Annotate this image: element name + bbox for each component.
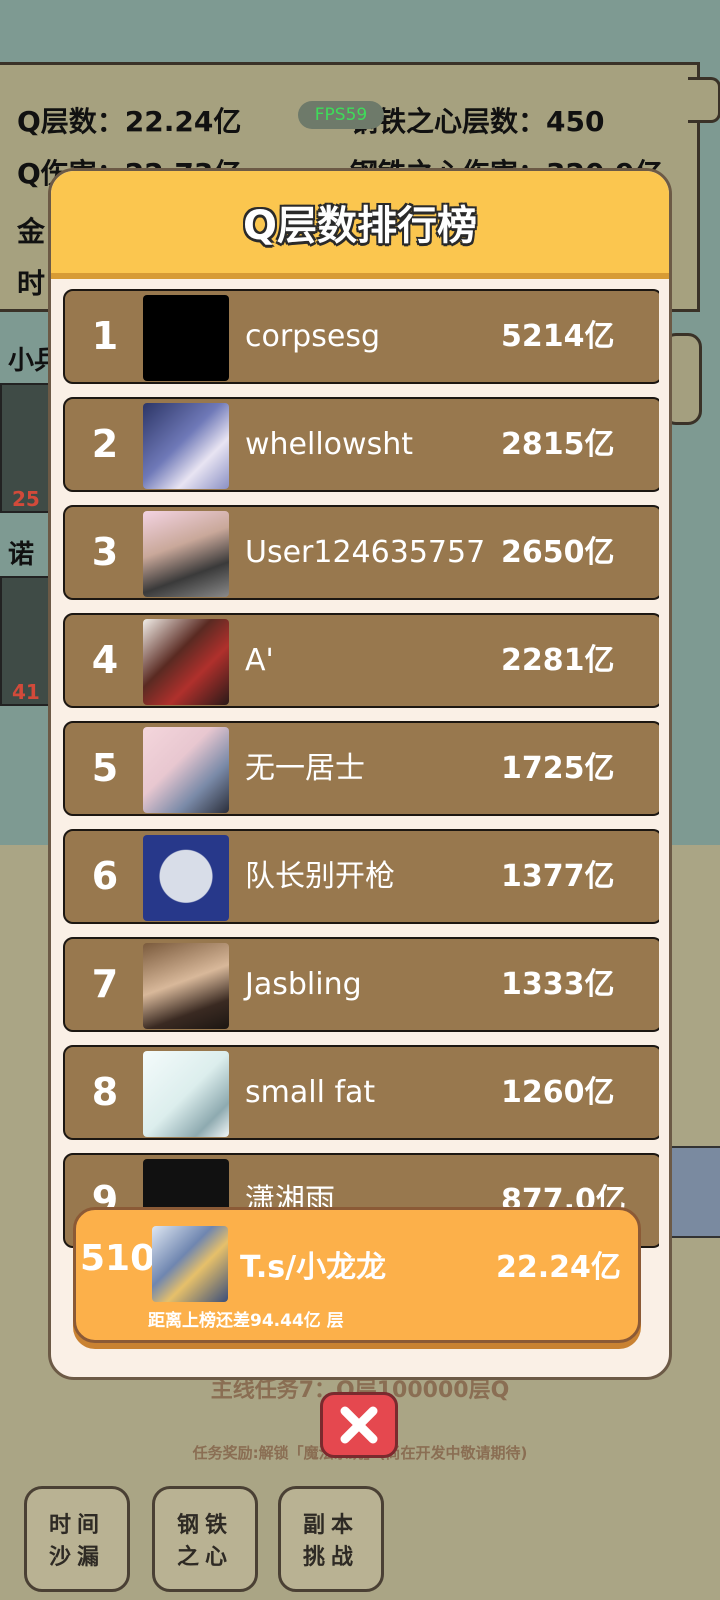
row-rank: 7 xyxy=(91,962,119,1006)
steel-heart-label-1: 钢铁 xyxy=(176,1513,233,1538)
self-rank: 510 xyxy=(80,1238,156,1279)
time-hourglass-button[interactable]: 时间 沙漏 xyxy=(24,1486,130,1592)
self-rank-row: 510 T.s/小龙龙 22.24亿 距离上榜还差94.44亿 层 xyxy=(73,1207,641,1343)
avatar xyxy=(143,619,229,705)
fps-counter: FPS59 xyxy=(298,101,384,129)
modal-header: Q层数排行榜 xyxy=(51,171,669,279)
leaderboard-modal: Q层数排行榜 1 corpsesg 5214亿 2 whellowsht 281… xyxy=(48,168,672,1380)
row-username: 队长别开枪 xyxy=(245,859,395,894)
time-hourglass-label-1: 时间 xyxy=(48,1513,105,1538)
row-rank: 8 xyxy=(91,1070,119,1114)
row-username: 无一居士 xyxy=(245,751,365,786)
row-score: 1260亿 xyxy=(501,1075,615,1110)
leaderboard-row[interactable]: 2 whellowsht 2815亿 xyxy=(63,397,659,492)
avatar xyxy=(143,943,229,1029)
time-hourglass-label-2: 沙漏 xyxy=(48,1545,105,1570)
avatar xyxy=(143,403,229,489)
side-label-2: 诺 xyxy=(8,540,35,570)
time-stat: 时 xyxy=(17,267,46,300)
modal-title: Q层数排行榜 xyxy=(242,203,477,249)
close-button[interactable] xyxy=(320,1392,398,1458)
row-score: 1725亿 xyxy=(501,751,615,786)
row-score: 1333亿 xyxy=(501,967,615,1002)
row-username: whellowsht xyxy=(245,427,413,462)
avatar xyxy=(143,1051,229,1137)
row-rank: 1 xyxy=(91,314,119,358)
leaderboard-row[interactable]: 1 corpsesg 5214亿 xyxy=(63,289,659,384)
leaderboard-row[interactable]: 5 无一居士 1725亿 xyxy=(63,721,659,816)
leaderboard-list[interactable]: 1 corpsesg 5214亿 2 whellowsht 2815亿 3 Us… xyxy=(61,289,659,1345)
q-layers-stat: Q层数：22.24亿 xyxy=(17,105,242,138)
gold-stat: 金 xyxy=(17,215,46,248)
self-gap-hint: 距离上榜还差94.44亿 层 xyxy=(148,1311,344,1331)
self-score: 22.24亿 xyxy=(496,1250,621,1285)
side-card-1[interactable]: 25 xyxy=(0,383,50,513)
leaderboard-row[interactable]: 7 Jasbling 1333亿 xyxy=(63,937,659,1032)
row-score: 2815亿 xyxy=(501,427,615,462)
row-username: A' xyxy=(245,643,274,678)
row-rank: 4 xyxy=(91,638,119,682)
steel-heart-button[interactable]: 钢铁 之心 xyxy=(152,1486,258,1592)
steel-layers-stat: 钢铁之心层数：450 xyxy=(350,105,605,138)
dungeon-challenge-button[interactable]: 副本 挑战 xyxy=(278,1486,384,1592)
dungeon-challenge-label-1: 副本 xyxy=(302,1513,359,1538)
leaderboard-row[interactable]: 8 small fat 1260亿 xyxy=(63,1045,659,1140)
avatar xyxy=(143,295,229,381)
row-score: 5214亿 xyxy=(501,319,615,354)
close-x-icon xyxy=(340,1406,378,1444)
row-rank: 5 xyxy=(91,746,119,790)
row-rank: 6 xyxy=(91,854,119,898)
side-card-1-num: 25 xyxy=(12,487,40,511)
row-score: 2650亿 xyxy=(501,535,615,570)
row-username: small fat xyxy=(245,1075,376,1110)
self-username: T.s/小龙龙 xyxy=(240,1250,387,1285)
avatar xyxy=(143,835,229,921)
row-username: corpsesg xyxy=(245,319,380,354)
leaderboard-row[interactable]: 3 User124635757 2650亿 xyxy=(63,505,659,600)
dungeon-challenge-label-2: 挑战 xyxy=(302,1545,359,1570)
side-card-2[interactable]: 41 xyxy=(0,576,50,706)
right-heart-icon[interactable] xyxy=(664,1146,720,1238)
row-score: 1377亿 xyxy=(501,859,615,894)
stats-panel-tab[interactable] xyxy=(688,77,720,123)
leaderboard-row[interactable]: 6 队长别开枪 1377亿 xyxy=(63,829,659,924)
row-username: Jasbling xyxy=(245,967,362,1002)
row-username: User124635757 xyxy=(245,535,486,570)
row-score: 2281亿 xyxy=(501,643,615,678)
self-avatar xyxy=(152,1226,228,1302)
steel-heart-label-2: 之心 xyxy=(176,1545,233,1570)
row-rank: 2 xyxy=(91,422,119,466)
row-rank: 3 xyxy=(91,530,119,574)
side-card-2-num: 41 xyxy=(12,680,40,704)
avatar xyxy=(143,727,229,813)
avatar xyxy=(143,511,229,597)
leaderboard-row[interactable]: 4 A' 2281亿 xyxy=(63,613,659,708)
